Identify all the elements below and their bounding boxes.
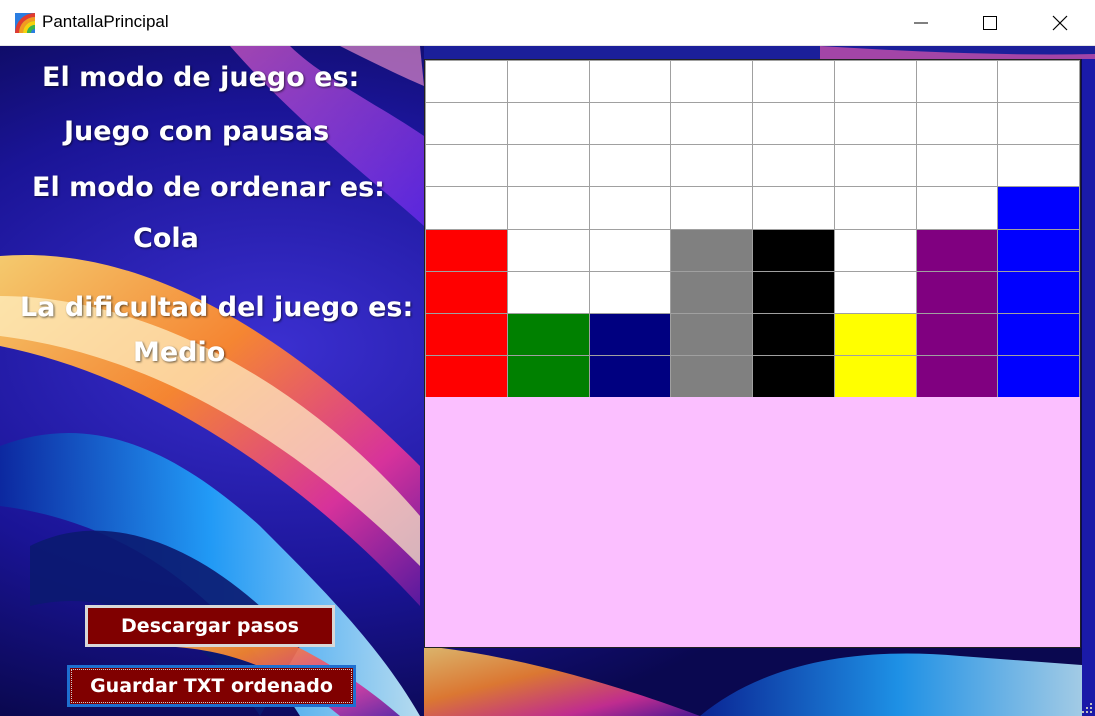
maximize-button[interactable] — [955, 0, 1025, 46]
close-button[interactable] — [1025, 0, 1095, 46]
board-cell — [916, 313, 998, 355]
board-grid — [425, 60, 1080, 397]
board-cell — [589, 187, 671, 229]
board-cell — [507, 271, 589, 313]
minimize-icon — [914, 22, 928, 24]
board-cell — [507, 229, 589, 271]
board-cell — [753, 187, 834, 229]
board-cell — [671, 355, 752, 397]
board-cell — [753, 355, 834, 397]
board-cell — [834, 145, 916, 187]
board-cell — [426, 187, 507, 229]
board-cell — [671, 229, 752, 271]
save-sorted-txt-label: Guardar TXT ordenado — [90, 675, 333, 697]
board-cell — [671, 271, 752, 313]
board-cell — [916, 61, 998, 103]
board-cell — [671, 103, 752, 145]
board-cell — [998, 313, 1079, 355]
board-cell — [589, 355, 671, 397]
board-cell — [426, 103, 507, 145]
game-board — [424, 59, 1081, 648]
main-window-client: El modo de juego es: Juego con pausas El… — [0, 46, 1095, 716]
board-cell — [507, 145, 589, 187]
board-cell — [916, 355, 998, 397]
sort-mode-title: El modo de ordenar es: — [32, 172, 385, 203]
board-cell — [916, 145, 998, 187]
board-cell — [589, 313, 671, 355]
board-cell — [671, 313, 752, 355]
board-cell — [753, 271, 834, 313]
board-cell — [753, 313, 834, 355]
board-cell — [507, 61, 589, 103]
difficulty-title: La dificultad del juego es: — [20, 292, 414, 323]
board-cell — [998, 187, 1079, 229]
board-cell — [426, 229, 507, 271]
save-sorted-txt-button[interactable]: Guardar TXT ordenado — [67, 665, 356, 707]
board-cell — [916, 271, 998, 313]
board-cell — [426, 145, 507, 187]
board-cell — [589, 145, 671, 187]
board-cell — [916, 103, 998, 145]
board-cell — [834, 187, 916, 229]
game-mode-value: Juego con pausas — [64, 116, 330, 147]
board-cell — [998, 103, 1079, 145]
board-cell — [507, 313, 589, 355]
board-cell — [998, 61, 1079, 103]
board-cell — [998, 355, 1079, 397]
board-cell — [998, 145, 1079, 187]
board-cell — [998, 229, 1079, 271]
difficulty-value: Medio — [133, 337, 226, 368]
download-steps-button[interactable]: Descargar pasos — [85, 605, 335, 647]
game-mode-title: El modo de juego es: — [42, 62, 360, 93]
board-cell — [834, 271, 916, 313]
board-cell — [834, 229, 916, 271]
board-cell — [998, 271, 1079, 313]
board-cell — [589, 61, 671, 103]
board-cell — [426, 61, 507, 103]
board-cell — [916, 229, 998, 271]
board-cell — [426, 271, 507, 313]
board-cell — [753, 61, 834, 103]
board-cell — [671, 187, 752, 229]
resize-grip-icon[interactable] — [1081, 702, 1093, 714]
close-icon — [1052, 15, 1068, 31]
board-cell — [834, 313, 916, 355]
minimize-button[interactable] — [886, 0, 956, 46]
board-cell — [753, 145, 834, 187]
board-cell — [507, 103, 589, 145]
board-cell — [834, 61, 916, 103]
board-cell — [507, 355, 589, 397]
maximize-icon — [983, 16, 997, 30]
board-cell — [671, 61, 752, 103]
board-cell — [426, 355, 507, 397]
app-rainbow-icon — [15, 13, 35, 33]
board-cell — [589, 103, 671, 145]
board-cell — [753, 103, 834, 145]
board-cell — [834, 355, 916, 397]
board-cell — [589, 271, 671, 313]
board-cell — [753, 229, 834, 271]
board-cell — [916, 187, 998, 229]
board-cell — [426, 313, 507, 355]
window-title: PantallaPrincipal — [42, 12, 169, 31]
title-bar: PantallaPrincipal — [0, 0, 1095, 46]
board-cell — [671, 145, 752, 187]
sort-mode-value: Cola — [133, 223, 199, 254]
board-cell — [589, 229, 671, 271]
board-cell — [507, 187, 589, 229]
board-cell — [834, 103, 916, 145]
